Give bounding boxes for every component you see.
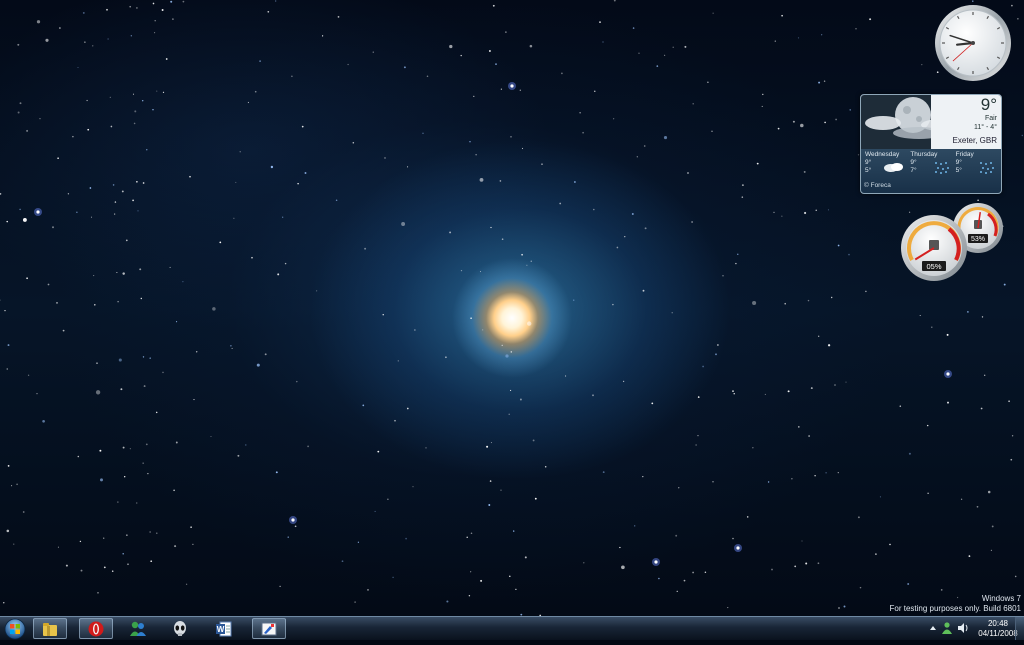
show-hidden-icons-icon[interactable]	[929, 624, 937, 632]
word-icon: W	[216, 621, 232, 636]
forecast-day: Thursday 9° 7°	[908, 151, 953, 181]
forecast-list: Wednesday 9° 5° Thursday 9° 7° Friday 9°	[863, 151, 999, 181]
starfield	[0, 0, 1024, 616]
cloudy-icon	[884, 163, 904, 172]
taskbar-opera[interactable]	[79, 618, 113, 639]
paint-icon	[261, 622, 277, 635]
clock-gadget[interactable]	[934, 4, 1012, 82]
messenger-icon	[130, 621, 146, 636]
weather-credit: © Foreca	[864, 182, 891, 189]
taskbar-word[interactable]: W	[207, 618, 241, 639]
forecast-day-name: Thursday	[910, 151, 938, 158]
low-temperature: 4°	[990, 124, 997, 131]
high-low-separator: -	[986, 124, 989, 131]
taskbar: W 20:48 04/11/2008	[0, 616, 1024, 640]
weather-gadget[interactable]: 9° Fair 11° - 4° Exeter, GBR Wednesday 9…	[860, 94, 1002, 194]
desktop-wallpaper[interactable]: 9° Fair 11° - 4° Exeter, GBR Wednesday 9…	[0, 0, 1024, 616]
windows-orb-icon	[4, 618, 26, 640]
folder-icon	[43, 622, 57, 636]
current-temperature: 9°	[980, 95, 997, 114]
alien-icon	[174, 620, 186, 636]
build-watermark: Windows 7 For testing purposes only. Bui…	[890, 594, 1021, 614]
rain-icon	[979, 162, 994, 174]
taskbar-windows-explorer[interactable]	[33, 618, 67, 639]
rain-icon	[934, 162, 949, 174]
show-desktop-button[interactable]	[1015, 617, 1024, 640]
watermark-os: Windows 7	[981, 594, 1021, 603]
taskbar-messenger[interactable]	[121, 618, 155, 639]
forecast-day: Friday 9° 5°	[954, 151, 999, 181]
start-button[interactable]	[3, 618, 27, 640]
forecast-day-name: Friday	[955, 151, 974, 158]
high-low: 11° - 4°	[974, 124, 997, 131]
high-temperature: 11°	[973, 124, 985, 131]
opera-icon	[88, 621, 104, 636]
cpu-dial: 05%	[901, 215, 967, 281]
forecast-day: Wednesday 9° 5°	[863, 151, 908, 181]
forecast-day-name: Wednesday	[865, 151, 900, 158]
volume-icon[interactable]	[957, 622, 969, 634]
cpu-meter-dials: 53% 05%	[901, 203, 1003, 281]
clock-face-icon	[935, 5, 1011, 81]
cpu-meter-gadget[interactable]: 53% 05%	[900, 202, 1006, 284]
cpu-percent: 05%	[926, 262, 941, 271]
weather-location: Exeter, GBR	[952, 136, 997, 145]
network-icon[interactable]	[941, 621, 953, 635]
taskbar-media-player[interactable]	[163, 618, 197, 639]
svg-text:W: W	[217, 625, 225, 634]
watermark-build: For testing purposes only. Build 6801	[889, 604, 1021, 613]
current-condition: Fair	[984, 115, 997, 122]
taskbar-paint[interactable]	[252, 618, 286, 639]
memory-percent: 53%	[971, 236, 985, 243]
